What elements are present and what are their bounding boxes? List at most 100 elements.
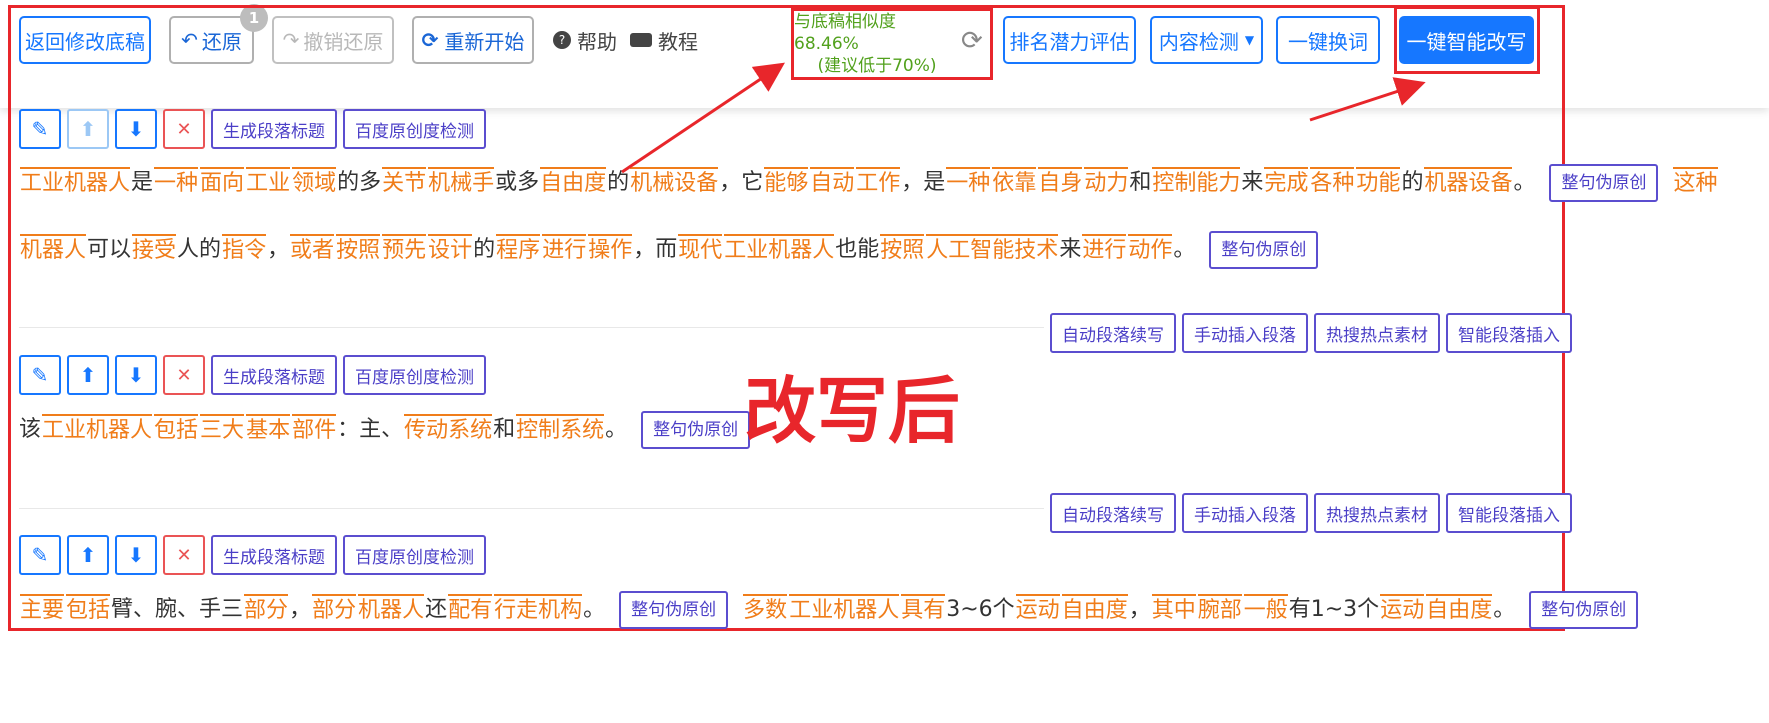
rewritten-word[interactable]: 按照	[880, 234, 925, 266]
rewritten-word[interactable]: 其中	[1151, 594, 1196, 626]
rewritten-word[interactable]: 现代	[678, 234, 723, 266]
rewritten-word[interactable]: 工业	[246, 167, 291, 199]
generate-title-button[interactable]: 生成段落标题	[211, 109, 337, 149]
help-link[interactable]: ? 帮助	[553, 28, 617, 54]
manual-insert-button[interactable]: 手动插入段落	[1182, 313, 1308, 353]
hot-material-button[interactable]: 热搜热点素材	[1314, 493, 1440, 533]
rewritten-word[interactable]: 一种	[154, 167, 199, 199]
rewritten-word[interactable]: 部分	[244, 594, 289, 626]
edit-paragraph-button[interactable]: ✎	[19, 109, 61, 149]
sentence-rewrite-button[interactable]: 整句伪原创	[641, 411, 751, 449]
rewritten-word[interactable]: 部件	[292, 414, 337, 446]
rewritten-word[interactable]: 传动系统	[404, 414, 493, 446]
rewritten-word[interactable]: 自动	[810, 167, 855, 199]
delete-paragraph-button[interactable]: ✕	[163, 535, 205, 575]
refresh-similarity-icon[interactable]: ⟳	[961, 26, 983, 56]
rewritten-word[interactable]: 控制系统	[516, 414, 605, 446]
move-down-button[interactable]: ⬇	[115, 355, 157, 395]
generate-title-button[interactable]: 生成段落标题	[211, 355, 337, 395]
content-check-dropdown[interactable]: 内容检测 ▼	[1150, 16, 1263, 64]
smart-insert-button[interactable]: 智能段落插入	[1446, 493, 1572, 533]
rewritten-word[interactable]: 机器人	[20, 234, 87, 266]
rewritten-word[interactable]: 能够	[764, 167, 809, 199]
smart-insert-button[interactable]: 智能段落插入	[1446, 313, 1572, 353]
delete-paragraph-button[interactable]: ✕	[163, 355, 205, 395]
rewritten-word[interactable]: 完成	[1264, 167, 1309, 199]
rewritten-word[interactable]: 基本	[246, 414, 291, 446]
rewritten-word[interactable]: 各种	[1310, 167, 1355, 199]
rewritten-word[interactable]: 多数	[743, 594, 788, 626]
edit-paragraph-button[interactable]: ✎	[19, 355, 61, 395]
rewritten-word[interactable]: 程序	[496, 234, 541, 266]
rewritten-word[interactable]: 依靠	[992, 167, 1037, 199]
move-down-button[interactable]: ⬇	[115, 535, 157, 575]
rewritten-word[interactable]: 关节	[382, 167, 427, 199]
manual-insert-button[interactable]: 手动插入段落	[1182, 493, 1308, 533]
rewritten-word[interactable]: 人工智能技术	[926, 234, 1059, 266]
rewritten-word[interactable]: 按照	[336, 234, 381, 266]
sentence-rewrite-button[interactable]: 整句伪原创	[1209, 231, 1319, 269]
baidu-originality-check-button[interactable]: 百度原创度检测	[343, 535, 486, 575]
hot-material-button[interactable]: 热搜热点素材	[1314, 313, 1440, 353]
generate-title-button[interactable]: 生成段落标题	[211, 535, 337, 575]
rewritten-word[interactable]: 机器人	[358, 594, 425, 626]
rewritten-word[interactable]: 工业机器人	[789, 594, 900, 626]
rewritten-word[interactable]: 自由度	[1426, 594, 1493, 626]
auto-continue-button[interactable]: 自动段落续写	[1050, 313, 1176, 353]
rewritten-word[interactable]: 工作	[856, 167, 901, 199]
rewritten-word[interactable]: 指令	[222, 234, 267, 266]
sentence-rewrite-button[interactable]: 整句伪原创	[1549, 164, 1659, 202]
rewritten-word[interactable]: 工业机器人	[20, 167, 131, 199]
rewritten-word[interactable]: 预先	[382, 234, 427, 266]
back-to-draft-button[interactable]: 返回修改底稿	[19, 16, 151, 64]
replace-words-button[interactable]: 一键换词	[1276, 16, 1380, 64]
sentence-rewrite-button[interactable]: 整句伪原创	[619, 591, 729, 629]
rewritten-word[interactable]: 具有	[901, 594, 946, 626]
rewritten-word[interactable]: 工业机器人	[42, 414, 153, 446]
rewritten-word[interactable]: 面向	[200, 167, 245, 199]
rewritten-word[interactable]: 自由度	[1061, 594, 1128, 626]
rewritten-word[interactable]: 部分	[312, 594, 357, 626]
delete-paragraph-button[interactable]: ✕	[163, 109, 205, 149]
sentence-rewrite-button[interactable]: 整句伪原创	[1529, 591, 1639, 629]
baidu-originality-check-button[interactable]: 百度原创度检测	[343, 355, 486, 395]
rewritten-word[interactable]: 一种	[946, 167, 991, 199]
move-up-button[interactable]: ⬆	[67, 535, 109, 575]
rewritten-word[interactable]: 功能	[1356, 167, 1401, 199]
rewritten-word[interactable]: 进行	[1082, 234, 1127, 266]
rewritten-word[interactable]: 或者	[290, 234, 335, 266]
rewritten-word[interactable]: 配有	[448, 594, 493, 626]
redo-button[interactable]: ↷ 撤销还原	[272, 16, 394, 64]
rank-potential-button[interactable]: 排名潜力评估	[1003, 16, 1136, 64]
rewritten-word[interactable]: 机械设备	[630, 167, 719, 199]
rewritten-word[interactable]: 控制能力	[1152, 167, 1241, 199]
restart-button[interactable]: ⟳ 重新开始	[412, 16, 534, 64]
rewritten-word[interactable]: 动力	[1084, 167, 1129, 199]
rewritten-word[interactable]: 主要	[20, 594, 65, 626]
rewritten-word[interactable]: 接受	[132, 234, 177, 266]
edit-paragraph-button[interactable]: ✎	[19, 535, 61, 575]
rewritten-word[interactable]: 行走机构	[494, 594, 583, 626]
move-up-button[interactable]: ⬆	[67, 109, 109, 149]
rewritten-word[interactable]: 进行	[542, 234, 587, 266]
rewritten-word[interactable]: 这种	[1673, 167, 1718, 199]
rewritten-word[interactable]: 领域	[292, 167, 337, 199]
smart-rewrite-button[interactable]: 一键智能改写	[1399, 16, 1534, 64]
rewritten-word[interactable]: 三大	[200, 414, 245, 446]
rewritten-word[interactable]: 工业机器人	[724, 234, 835, 266]
rewritten-word[interactable]: 自身	[1038, 167, 1083, 199]
move-down-button[interactable]: ⬇	[115, 109, 157, 149]
rewritten-word[interactable]: 机器设备	[1424, 167, 1513, 199]
rewritten-word[interactable]: 包括	[66, 594, 111, 626]
rewritten-word[interactable]: 一般	[1243, 594, 1288, 626]
rewritten-word[interactable]: 操作	[588, 234, 633, 266]
rewritten-word[interactable]: 包括	[154, 414, 199, 446]
rewritten-word[interactable]: 运动	[1380, 594, 1425, 626]
baidu-originality-check-button[interactable]: 百度原创度检测	[343, 109, 486, 149]
move-up-button[interactable]: ⬆	[67, 355, 109, 395]
rewritten-word[interactable]: 动作	[1128, 234, 1173, 266]
rewritten-word[interactable]: 自由度	[540, 167, 607, 199]
auto-continue-button[interactable]: 自动段落续写	[1050, 493, 1176, 533]
tutorial-link[interactable]: 教程	[630, 28, 698, 54]
rewritten-word[interactable]: 设计	[428, 234, 473, 266]
